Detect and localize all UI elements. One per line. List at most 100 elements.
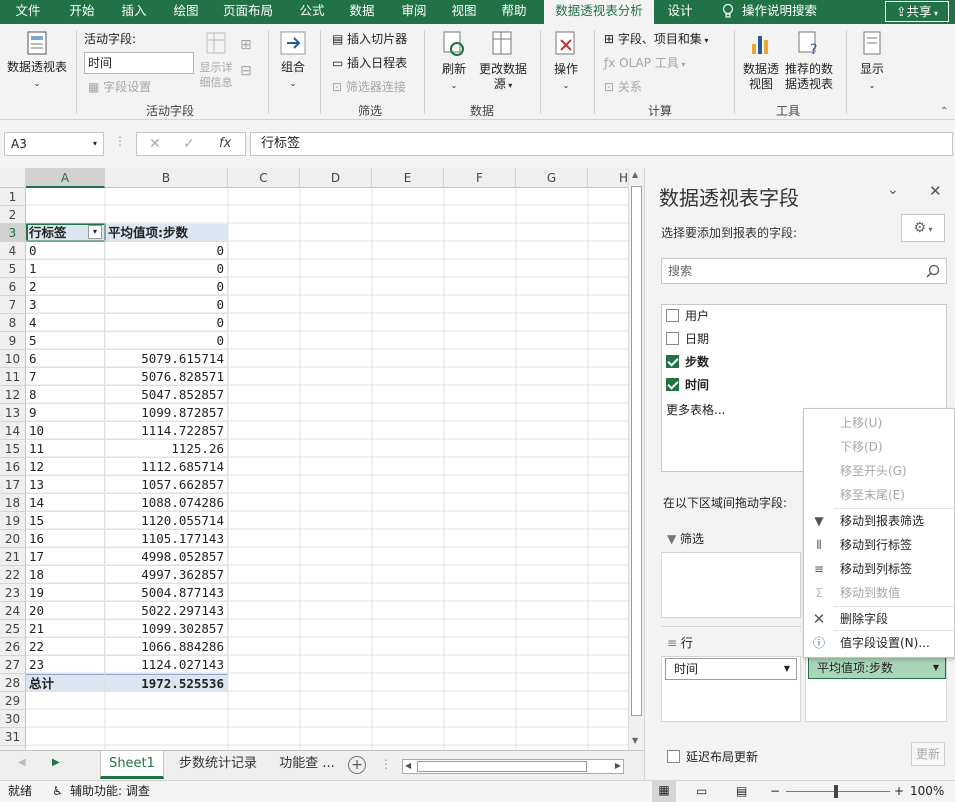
- row-header[interactable]: 13: [0, 404, 26, 422]
- tab-file[interactable]: 文件: [6, 0, 50, 24]
- change-data-source-button[interactable]: 更改数据源 ▾: [476, 30, 530, 93]
- row-header[interactable]: 7: [0, 296, 26, 314]
- zoom-slider-thumb[interactable]: [834, 785, 838, 798]
- vertical-scroll-thumb[interactable]: [631, 186, 642, 716]
- cancel-formula-icon[interactable]: ✕: [149, 136, 161, 152]
- expand-field-icon[interactable]: ⊞: [240, 38, 252, 53]
- insert-timeline-button[interactable]: ▭ 插入日程表: [332, 56, 407, 71]
- field-settings-button[interactable]: ▦ 字段设置: [88, 80, 151, 95]
- menu-value-field-settings[interactable]: ⓘ 值字段设置(N)...: [804, 631, 955, 655]
- menu-move-up[interactable]: 上移(U): [804, 411, 955, 435]
- row-header[interactable]: 26: [0, 638, 26, 656]
- row-header[interactable]: 4: [0, 242, 26, 260]
- tab-design[interactable]: 设计: [658, 0, 702, 24]
- defer-checkbox[interactable]: [667, 750, 680, 763]
- defer-layout-update[interactable]: 延迟布局更新: [667, 748, 758, 765]
- row-header[interactable]: 24: [0, 602, 26, 620]
- row-header[interactable]: 18: [0, 494, 26, 512]
- row-header[interactable]: 30: [0, 710, 26, 728]
- pane-settings-button[interactable]: ⚙ ▾: [901, 214, 945, 242]
- scroll-down-icon[interactable]: ▼: [632, 736, 638, 745]
- tab-data[interactable]: 数据: [340, 0, 384, 24]
- field-search-input[interactable]: 搜索: [661, 258, 947, 284]
- field-checkbox[interactable]: [666, 309, 679, 322]
- tab-insert[interactable]: 插入: [112, 0, 156, 24]
- row-header[interactable]: 5: [0, 260, 26, 278]
- row-header[interactable]: 28: [0, 674, 26, 692]
- row-header[interactable]: 10: [0, 350, 26, 368]
- row-header[interactable]: 25: [0, 620, 26, 638]
- column-header-f[interactable]: F: [444, 168, 516, 188]
- enter-formula-icon[interactable]: ✓: [183, 136, 195, 152]
- row-header[interactable]: 21: [0, 548, 26, 566]
- recommended-pivot-button[interactable]: ? 推荐的数据透视表: [782, 30, 836, 92]
- name-box-dropdown-icon[interactable]: ▾: [93, 133, 97, 155]
- collapse-field-icon[interactable]: ⊟: [240, 64, 252, 79]
- menu-move-to-beginning[interactable]: 移至开头(G): [804, 459, 955, 483]
- insert-slicer-button[interactable]: ▤ 插入切片器: [332, 32, 407, 47]
- row-header[interactable]: 6: [0, 278, 26, 296]
- scroll-sheets-right-icon[interactable]: ▶: [52, 757, 60, 768]
- row-header[interactable]: 15: [0, 440, 26, 458]
- row-header[interactable]: 14: [0, 422, 26, 440]
- sheet-tab-sheet1[interactable]: Sheet1: [100, 751, 164, 779]
- pane-options-chevron-icon[interactable]: ⌄: [887, 182, 899, 198]
- column-header-c[interactable]: C: [228, 168, 300, 188]
- collapse-ribbon-icon[interactable]: ⌃: [940, 104, 948, 119]
- row-header[interactable]: 11: [0, 368, 26, 386]
- row-header[interactable]: 8: [0, 314, 26, 332]
- row-header[interactable]: 2: [0, 206, 26, 224]
- olap-tools-button[interactable]: ƒx OLAP 工具 ▾: [604, 56, 685, 72]
- more-tables-link[interactable]: 更多表格...: [666, 401, 725, 419]
- update-button[interactable]: 更新: [911, 742, 945, 766]
- field-checkbox[interactable]: [666, 332, 679, 345]
- column-header-d[interactable]: D: [300, 168, 372, 188]
- scroll-left-icon[interactable]: ◀: [405, 761, 411, 770]
- tab-draw[interactable]: 绘图: [164, 0, 208, 24]
- value-field-pill-avg-steps[interactable]: 平均值项:步数 ▼: [808, 657, 946, 679]
- select-all-corner[interactable]: [0, 168, 26, 188]
- horizontal-scroll-thumb[interactable]: [417, 761, 587, 772]
- menu-remove-field[interactable]: ✕ 删除字段: [804, 607, 955, 631]
- row-header[interactable]: 12: [0, 386, 26, 404]
- show-button[interactable]: 显示 ⌄: [852, 30, 892, 93]
- horizontal-scrollbar[interactable]: ◀ ▶: [402, 759, 624, 774]
- menu-move-to-values[interactable]: Σ 移动到数值: [804, 581, 955, 605]
- menu-move-to-end[interactable]: 移至末尾(E): [804, 483, 955, 507]
- row-header[interactable]: 29: [0, 692, 26, 710]
- row-header[interactable]: 27: [0, 656, 26, 674]
- refresh-button[interactable]: 刷新 ⌄: [432, 30, 476, 93]
- pivot-chart-button[interactable]: 数据透视图: [740, 30, 782, 92]
- pane-close-icon[interactable]: ✕: [929, 182, 942, 200]
- actions-button[interactable]: 操作 ⌄: [546, 30, 586, 93]
- menu-move-to-row-labels[interactable]: ⦀ 移动到行标签: [804, 533, 955, 557]
- tab-help[interactable]: 帮助: [492, 0, 536, 24]
- page-break-view-icon[interactable]: ▤: [736, 781, 747, 802]
- row-header[interactable]: 1: [0, 188, 26, 206]
- vertical-scrollbar[interactable]: ▲ ▼: [628, 168, 644, 750]
- tab-pivot-analyze[interactable]: 数据透视表分析: [544, 0, 654, 24]
- share-button[interactable]: ⇪共享 ▾: [885, 1, 949, 22]
- tab-view[interactable]: 视图: [442, 0, 486, 24]
- accessibility-status[interactable]: 辅助功能: 调查: [70, 781, 150, 802]
- field-item-steps[interactable]: 步数: [666, 353, 709, 371]
- row-header[interactable]: 31: [0, 728, 26, 746]
- scroll-right-icon[interactable]: ▶: [615, 761, 621, 770]
- sheet-tab-steps-log[interactable]: 步数统计记录: [170, 751, 266, 779]
- tab-formulas[interactable]: 公式: [290, 0, 334, 24]
- row-header[interactable]: 20: [0, 530, 26, 548]
- zoom-out-icon[interactable]: −: [770, 781, 780, 802]
- row-header[interactable]: 9: [0, 332, 26, 350]
- row-header[interactable]: 19: [0, 512, 26, 530]
- row-field-pill-time[interactable]: 时间 ▼: [665, 658, 797, 680]
- formula-input[interactable]: 行标签: [250, 132, 953, 156]
- tell-me-search[interactable]: 操作说明搜索: [742, 0, 834, 24]
- sheet-tab-third[interactable]: 功能查 ...: [272, 751, 342, 779]
- filter-connections-button[interactable]: ⊡ 筛选器连接: [332, 80, 406, 95]
- filter-drop-area[interactable]: [661, 552, 801, 618]
- active-field-input[interactable]: 时间: [84, 52, 194, 74]
- add-sheet-icon[interactable]: +: [348, 756, 366, 774]
- row-header[interactable]: 22: [0, 566, 26, 584]
- normal-view-icon[interactable]: ▦: [652, 780, 676, 802]
- tab-page-layout[interactable]: 页面布局: [216, 0, 280, 24]
